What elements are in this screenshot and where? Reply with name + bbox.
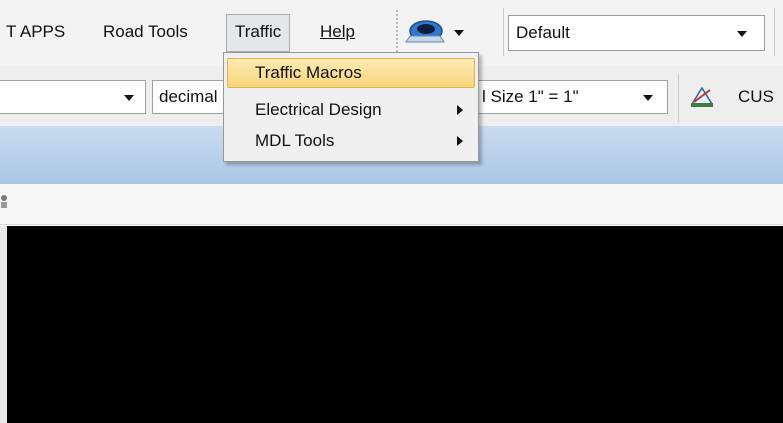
menu-item-traffic[interactable]: Traffic [226,14,291,52]
menu-item-road-tools[interactable]: Road Tools [95,14,196,50]
menu-item-label: Traffic Macros [255,63,362,82]
chevron-right-icon [457,136,463,146]
menu-label: Help [320,22,355,41]
scale-combo[interactable]: l Size 1" = 1" [476,80,668,114]
view-combo[interactable]: Default [508,15,765,51]
decimal-combo[interactable]: decimal [152,80,232,114]
menu-item-electrical-design[interactable]: Electrical Design [227,95,475,125]
dimension-style-icon [690,86,714,107]
view-combo-value: Default [516,23,570,42]
dimension-style-button[interactable] [688,84,716,110]
view-display-icon [405,20,464,43]
chevron-right-icon [457,105,463,115]
menu-item-help[interactable]: Help [312,14,363,50]
text-style-label[interactable]: CUS [738,80,774,114]
view-canvas[interactable] [7,226,783,423]
menu-item-label: MDL Tools [255,131,335,150]
menu-item-t-apps[interactable]: T APPS [0,14,73,50]
menu-item-mdl-tools[interactable]: MDL Tools [227,126,475,156]
menu-label: T APPS [6,22,66,41]
menu-label: Traffic [235,22,282,41]
decimal-combo-value: decimal [159,87,218,106]
viewport-border [0,226,7,423]
toolbar-grip [396,10,398,52]
traffic-menu-dropdown: Traffic Macros Electrical Design MDL Too… [223,52,479,162]
toolbar-divider [503,8,504,56]
scale-combo-value: l Size 1" = 1" [482,87,579,106]
menu-label: Road Tools [103,22,188,41]
toolbar-divider [678,74,679,122]
view-display-button[interactable] [404,14,466,50]
menu-item-label: Electrical Design [255,100,382,119]
level-combo[interactable] [0,80,146,114]
toolbar-divider [774,8,775,56]
small-tool-icon [1,195,7,208]
chevron-down-icon [124,95,134,101]
chevron-down-icon [643,95,653,101]
menu-item-traffic-macros[interactable]: Traffic Macros [227,58,475,88]
view-toolbar [0,184,783,225]
view-tool-button[interactable] [0,192,14,212]
chevron-down-icon [737,31,747,37]
